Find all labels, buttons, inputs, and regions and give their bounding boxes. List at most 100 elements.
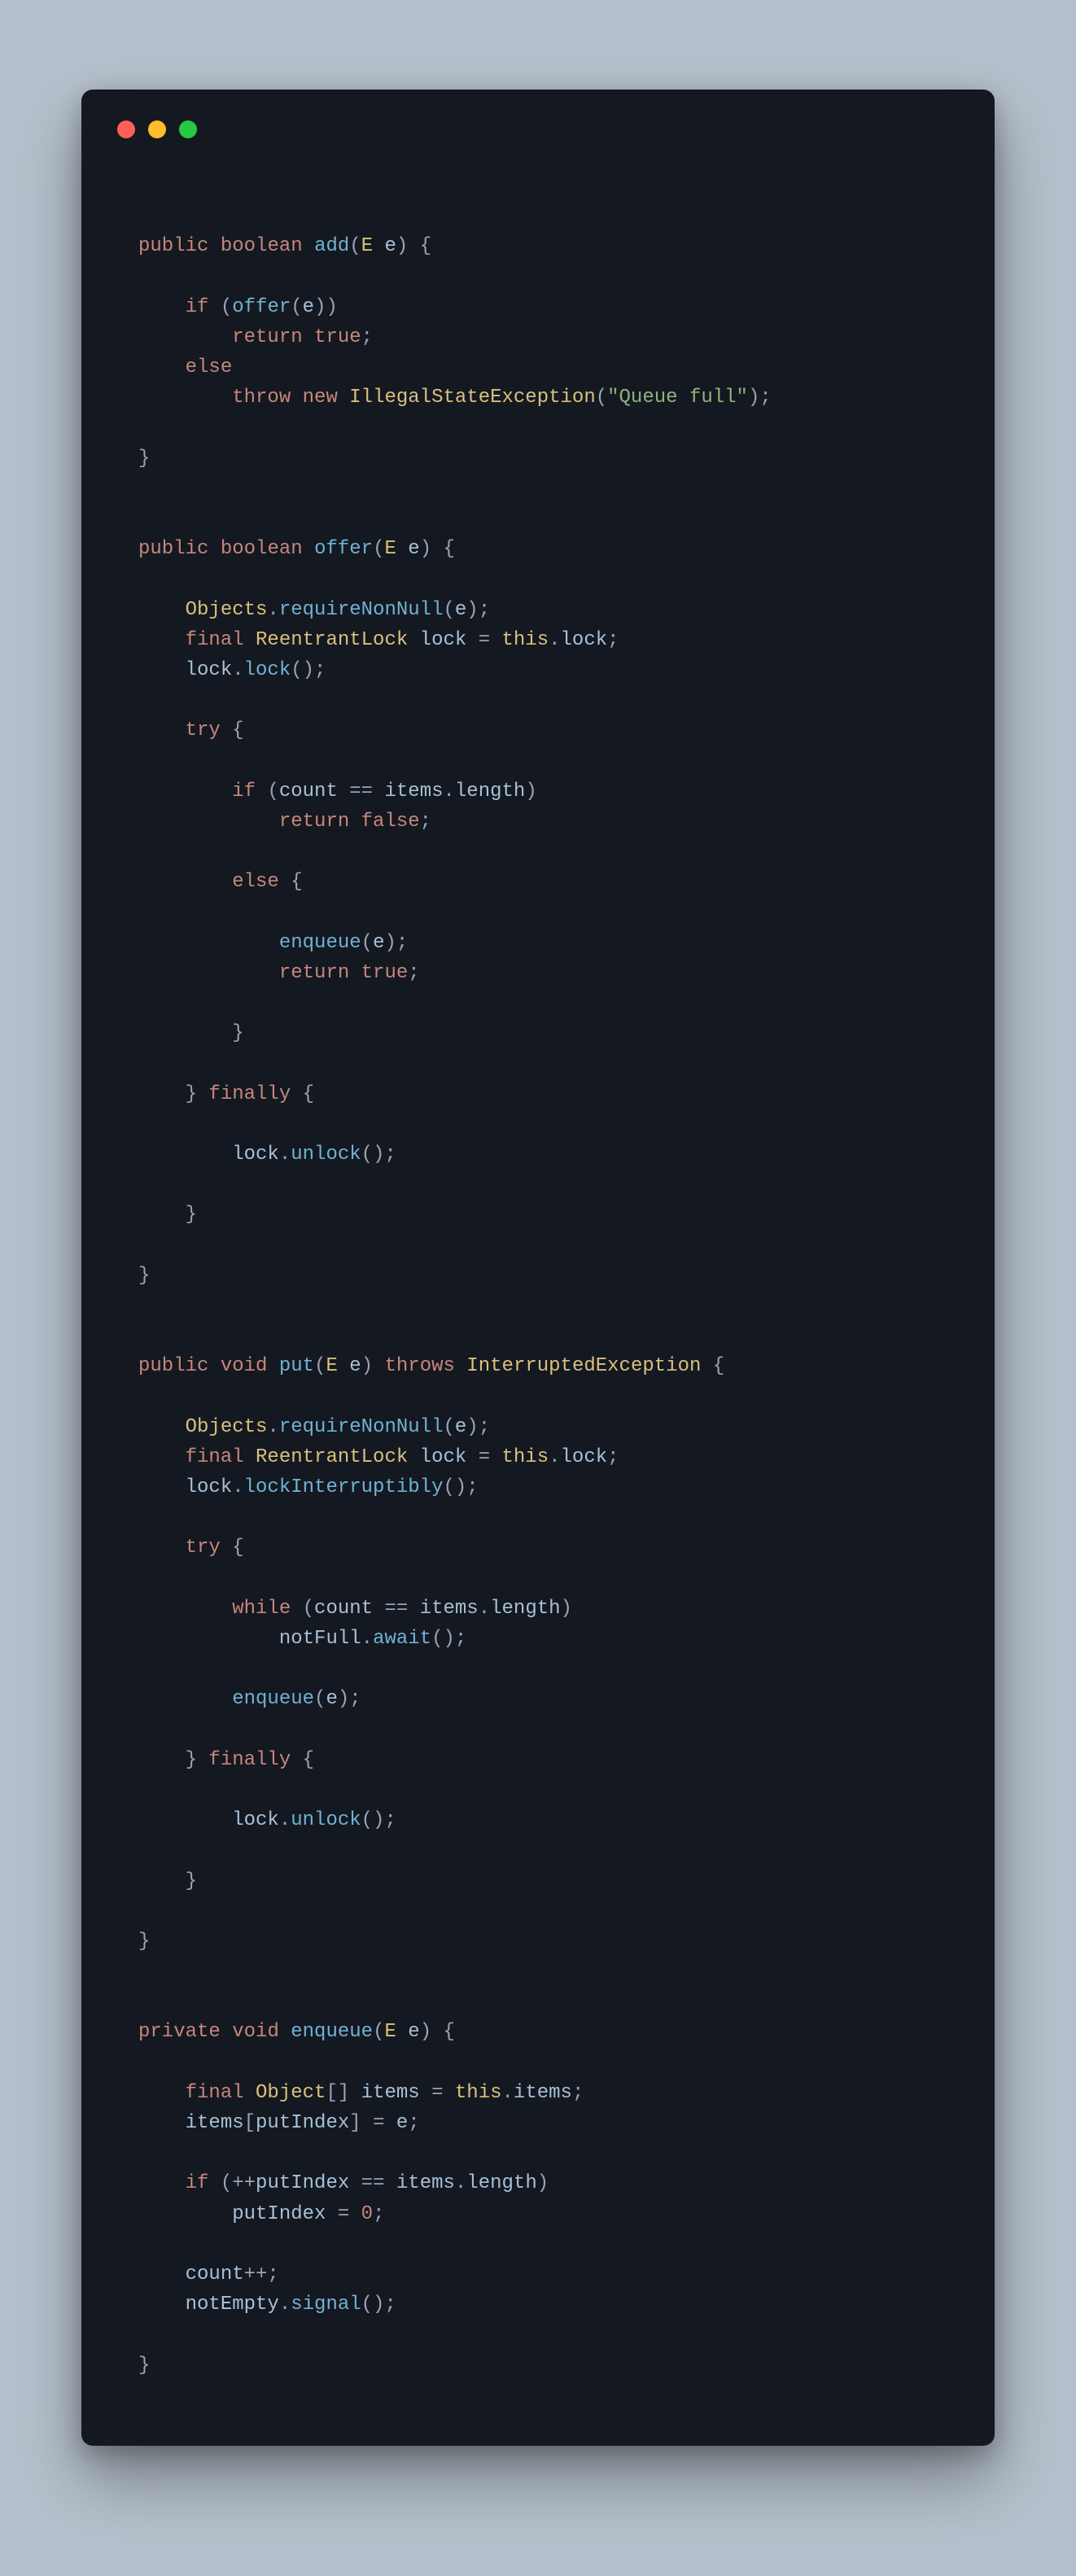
code-token-punc: )	[361, 1355, 373, 1377]
code-token-punc: ;	[420, 811, 431, 833]
code-token-var: e	[373, 932, 384, 954]
code-token-var: items	[186, 2112, 244, 2134]
code-token-punc: .	[279, 2294, 291, 2316]
code-token-type: Objects	[186, 1416, 268, 1438]
code-token-var: lock	[420, 629, 467, 651]
code-token-punc: (	[596, 387, 607, 409]
code-token-var: putIndex	[256, 2112, 349, 2134]
code-token-str: "Queue full"	[607, 387, 748, 409]
code-token-var: e	[349, 1355, 361, 1377]
code-token-punc: ();	[361, 2294, 396, 2316]
code-token-kw: throw	[232, 387, 291, 409]
code-token-punc: =	[338, 2203, 349, 2225]
code-token-var: lock	[420, 1446, 467, 1468]
code-token-punc: (	[361, 932, 373, 954]
code-token-kw: void	[221, 1355, 268, 1377]
code-token-punc: )	[396, 235, 408, 257]
code-token-punc: {	[232, 1537, 243, 1559]
code-token-this: this	[455, 2082, 502, 2104]
code-token-punc: {	[444, 2021, 455, 2043]
code-token-type: E	[361, 235, 373, 257]
code-token-var: count	[279, 781, 338, 803]
code-token-punc: )	[537, 2172, 549, 2194]
close-icon[interactable]	[117, 120, 135, 138]
code-content: public boolean add(E e) { if (offer(e)) …	[114, 163, 962, 2389]
code-token-kw: return	[279, 811, 349, 833]
code-token-punc: [	[244, 2112, 256, 2134]
code-token-punc: }	[138, 2355, 150, 2377]
code-token-punc: );	[748, 387, 772, 409]
code-token-punc: =	[479, 1446, 490, 1468]
code-token-punc: ;	[373, 2203, 384, 2225]
code-token-punc: ]	[349, 2112, 361, 2134]
code-token-punc: )	[561, 1598, 572, 1620]
code-token-punc: );	[384, 932, 408, 954]
code-token-var: e	[303, 296, 314, 318]
code-token-kw: if	[186, 2172, 209, 2194]
code-token-kw: try	[186, 1537, 221, 1559]
code-token-var: notFull	[279, 1628, 361, 1650]
code-token-punc: )	[420, 538, 431, 560]
code-token-kw: public	[138, 538, 208, 560]
code-token-punc: (	[303, 1598, 314, 1620]
code-token-fn: offer	[314, 538, 373, 560]
code-token-punc: .	[444, 781, 455, 803]
code-token-fn: add	[314, 235, 349, 257]
code-token-fn: requireNonNull	[279, 599, 444, 621]
code-token-punc: (	[373, 538, 384, 560]
code-token-punc: ;	[607, 629, 619, 651]
code-token-kw: return	[279, 962, 349, 984]
minimize-icon[interactable]	[148, 120, 166, 138]
code-token-punc: .	[502, 2082, 514, 2104]
code-token-punc: }	[186, 1749, 197, 1771]
code-token-var: notEmpty	[186, 2294, 279, 2316]
code-token-punc: );	[466, 1416, 490, 1438]
code-token-punc: .	[455, 2172, 466, 2194]
code-token-num: 0	[361, 2203, 373, 2225]
code-token-kw: if	[232, 781, 256, 803]
code-token-punc: ();	[443, 1476, 478, 1498]
code-token-var: length	[466, 2172, 536, 2194]
code-token-punc: .	[232, 1476, 243, 1498]
code-token-punc: }	[138, 1265, 150, 1287]
zoom-icon[interactable]	[179, 120, 197, 138]
code-token-type: Objects	[186, 599, 268, 621]
code-token-punc: ;	[408, 962, 419, 984]
code-token-punc: {	[303, 1083, 314, 1105]
code-token-fn: offer	[232, 296, 291, 318]
code-token-punc: }	[186, 1870, 197, 1892]
code-token-fn: lock	[244, 659, 291, 681]
code-token-kw: return	[232, 326, 302, 348]
code-token-punc: (	[267, 781, 278, 803]
code-token-type: E	[384, 538, 396, 560]
code-token-var: items	[396, 2172, 455, 2194]
code-token-type: IllegalStateException	[349, 387, 595, 409]
code-token-kw: private	[138, 2021, 221, 2043]
code-token-fn: unlock	[291, 1809, 361, 1831]
code-token-punc: {	[713, 1355, 724, 1377]
code-token-fn: enqueue	[232, 1688, 314, 1710]
code-token-punc: ();	[361, 1144, 396, 1166]
code-token-kw: public	[138, 235, 208, 257]
code-token-punc: .	[267, 599, 278, 621]
code-token-punc: ++;	[244, 2263, 279, 2285]
code-token-punc: }	[186, 1204, 197, 1226]
code-token-fn: enqueue	[279, 932, 361, 954]
code-token-punc: ();	[291, 659, 326, 681]
code-token-kw: final	[186, 1446, 244, 1468]
code-token-punc: ;	[572, 2082, 584, 2104]
code-token-var: e	[408, 2021, 419, 2043]
code-token-punc: .	[232, 659, 243, 681]
code-token-punc: =	[479, 629, 490, 651]
code-token-punc: }	[138, 1931, 150, 1953]
code-token-var: e	[455, 1416, 466, 1438]
code-token-var: items	[420, 1598, 479, 1620]
code-token-kw: final	[186, 2082, 244, 2104]
code-token-var: count	[314, 1598, 373, 1620]
code-token-fn: enqueue	[291, 2021, 373, 2043]
code-token-var: items	[514, 2082, 572, 2104]
code-token-var: length	[455, 781, 525, 803]
code-token-kw: else	[232, 871, 279, 893]
code-token-punc: .	[361, 1628, 373, 1650]
code-token-punc: .	[279, 1144, 291, 1166]
